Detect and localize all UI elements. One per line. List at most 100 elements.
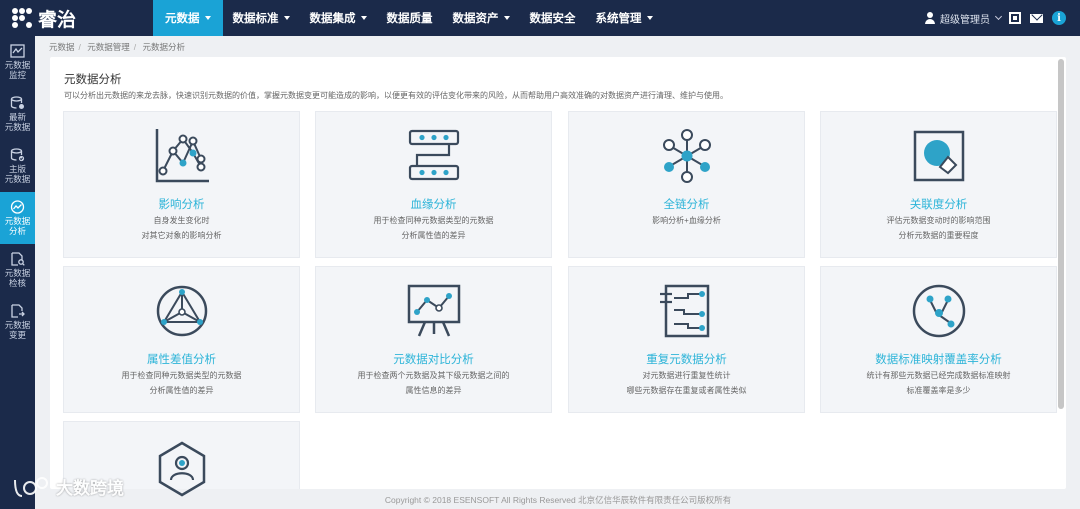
sidebar-item-metadata-audit[interactable]: 元数据 检核 [0,244,35,296]
impact-graph-icon [155,129,209,183]
caret-down-icon [503,16,510,20]
top-right-tools: 超级管理员 i [924,0,1066,36]
top-navbar: 睿治 元数据 数据标准 数据集成 数据质量 数据资产 数据安全 系统管理 超级管… [0,0,1080,36]
mail-icon[interactable] [1030,13,1043,23]
card-desc: 统计有那些元数据已经完成数据标准映射 [866,371,1011,380]
main-panel: 元数据分析 可以分析出元数据的来龙去脉，快速识别元数据的价值，掌握元数据变更可能… [50,57,1066,497]
sidebar-item-metadata-change[interactable]: 元数据 变更 [0,296,35,348]
card-title: 影响分析 [158,199,205,211]
caret-down-icon [204,16,211,20]
nav-item-data-standard[interactable]: 数据标准 [223,0,300,36]
sidebar-item-metadata-analysis[interactable]: 元数据 分析 [0,192,35,244]
card-desc: 用于检查同种元数据类型的元数据 [373,216,494,225]
card-desc: 分析元数据的重要程度 [898,231,979,240]
analysis-chart-icon [10,200,25,214]
card-desc: 对元数据进行重复性统计 [642,371,731,380]
nav-label: 数据安全 [529,13,576,25]
card-attribute-diff-analysis[interactable]: 属性差值分析 用于检查同种元数据类型的元数据 分析属性值的差异 [63,266,300,413]
card-standard-coverage-analysis[interactable]: 数据标准映射覆盖率分析 统计有那些元数据已经完成数据标准映射 标准覆盖率是多少 [820,266,1057,413]
brand-name: 睿治 [38,9,77,31]
card-lineage-analysis[interactable]: 血缘分析 用于检查同种元数据类型的元数据 分析属性值的差异 [315,111,552,258]
watermark-logo-icon [14,476,48,497]
sidebar-label: 元数据 [4,216,31,226]
brand-logo[interactable]: 睿治 [0,0,153,36]
breadcrumb-item-current: 元数据分析 [142,42,186,52]
card-desc: 属性信息的差异 [405,386,462,395]
card-title: 元数据对比分析 [393,354,474,366]
logo-mark-icon [12,8,32,28]
card-desc: 标准覆盖率是多少 [906,386,971,395]
sidebar-label: 元数据 [4,320,31,330]
nav-item-data-quality[interactable]: 数据质量 [377,0,443,36]
monitor-chart-icon [10,44,25,58]
sidebar-label: 变更 [8,330,26,340]
document-search-icon [11,252,25,266]
nav-label: 系统管理 [595,13,642,25]
nav-item-data-security[interactable]: 数据安全 [520,0,586,36]
page-description: 可以分析出元数据的来龙去脉，快速识别元数据的价值，掌握元数据变更可能造成的影响，… [64,91,728,100]
footer-copyright: Copyright © 2018 ESENSOFT All Rights Res… [384,495,732,505]
card-desc: 自身发生变化时 [153,216,210,225]
card-duplicate-metadata-analysis[interactable]: 重复元数据分析 对元数据进行重复性统计 哪些元数据存在重复或者属性类似 [568,266,805,413]
card-title: 全链分析 [663,199,710,211]
card-full-chain-analysis[interactable]: 全链分析 影响分析+血缘分析 [568,111,805,258]
sidebar-label: 元数据 [4,60,31,70]
sidebar-label: 元数据 [4,122,31,132]
card-desc: 哪些元数据存在重复或者属性类似 [626,386,747,395]
page-title: 元数据分析 [64,74,122,86]
card-desc: 影响分析+血缘分析 [652,216,721,225]
sidebar-label: 分析 [8,226,26,236]
nav-label: 数据标准 [232,13,279,25]
breadcrumb: 元数据 / 元数据管理 / 元数据分析 [49,42,186,52]
sidebar-item-master-metadata[interactable]: 主版 元数据 [0,140,35,192]
attribute-diff-icon [156,285,207,337]
card-desc: 用于检查同种元数据类型的元数据 [121,371,242,380]
watermark-text: 大数跨境 [56,479,124,498]
vertical-scrollbar[interactable] [1058,59,1064,409]
sidebar-item-latest-metadata[interactable]: 最新 元数据 [0,88,35,140]
database-new-icon [10,96,24,109]
card-title: 血缘分析 [410,199,457,211]
nav-item-metadata[interactable]: 元数据 [153,0,223,36]
nav-label: 元数据 [165,13,200,25]
lineage-flow-icon [408,129,459,181]
sidebar-item-metadata-monitor[interactable]: 元数据 监控 [0,36,35,88]
sidebar-label: 元数据 [4,174,31,184]
breadcrumb-item[interactable]: 元数据管理 [87,42,130,52]
nav-label: 数据集成 [309,13,356,25]
breadcrumb-item[interactable]: 元数据 [49,42,75,52]
compare-board-icon [407,284,460,337]
nav-label: 数据资产 [452,13,499,25]
info-icon[interactable]: i [1052,11,1066,25]
caret-down-icon [360,16,367,20]
nav-item-system-admin[interactable]: 系统管理 [586,0,663,36]
card-impact-analysis[interactable]: 影响分析 自身发生变化时 对其它对象的影响分析 [63,111,300,258]
nav-item-data-assets[interactable]: 数据资产 [443,0,520,36]
card-desc: 评估元数据变动时的影响范围 [886,216,991,225]
nav-item-data-integration[interactable]: 数据集成 [300,0,377,36]
nav-label: 数据质量 [386,13,433,25]
card-desc: 分析属性值的差异 [149,386,214,395]
card-title: 属性差值分析 [147,354,216,366]
document-change-icon [11,304,25,318]
card-metadata-compare-analysis[interactable]: 元数据对比分析 用于检查两个元数据及其下级元数据之间的 属性信息的差异 [315,266,552,413]
user-hexagon-icon [158,441,205,497]
database-check-icon [10,148,25,162]
chevron-down-icon[interactable] [994,12,1003,21]
card-relevance-analysis[interactable]: 关联度分析 评估元数据变动时的影响范围 分析元数据的重要程度 [820,111,1057,258]
card-title: 重复元数据分析 [646,354,727,366]
main-nav: 元数据 数据标准 数据集成 数据质量 数据资产 数据安全 系统管理 [153,0,663,36]
qrcode-icon[interactable] [1009,12,1021,24]
card-desc: 分析属性值的差异 [401,231,466,240]
sidebar-label: 最新 [8,112,26,122]
caret-down-icon [646,16,653,20]
card-desc: 用于检查两个元数据及其下级元数据之间的 [357,371,510,380]
left-sidebar: 元数据 监控 最新 元数据 主版 元数据 元数据 分析 元数据 检核 元数据 变… [0,36,35,509]
relevance-icon [913,130,964,182]
card-title: 关联度分析 [909,199,968,211]
watermark: 大数跨境 [12,474,124,499]
full-chain-icon [662,129,711,183]
sidebar-label: 主版 [8,164,26,174]
user-menu[interactable]: 超级管理员 [940,11,990,26]
sidebar-label: 元数据 [4,268,31,278]
